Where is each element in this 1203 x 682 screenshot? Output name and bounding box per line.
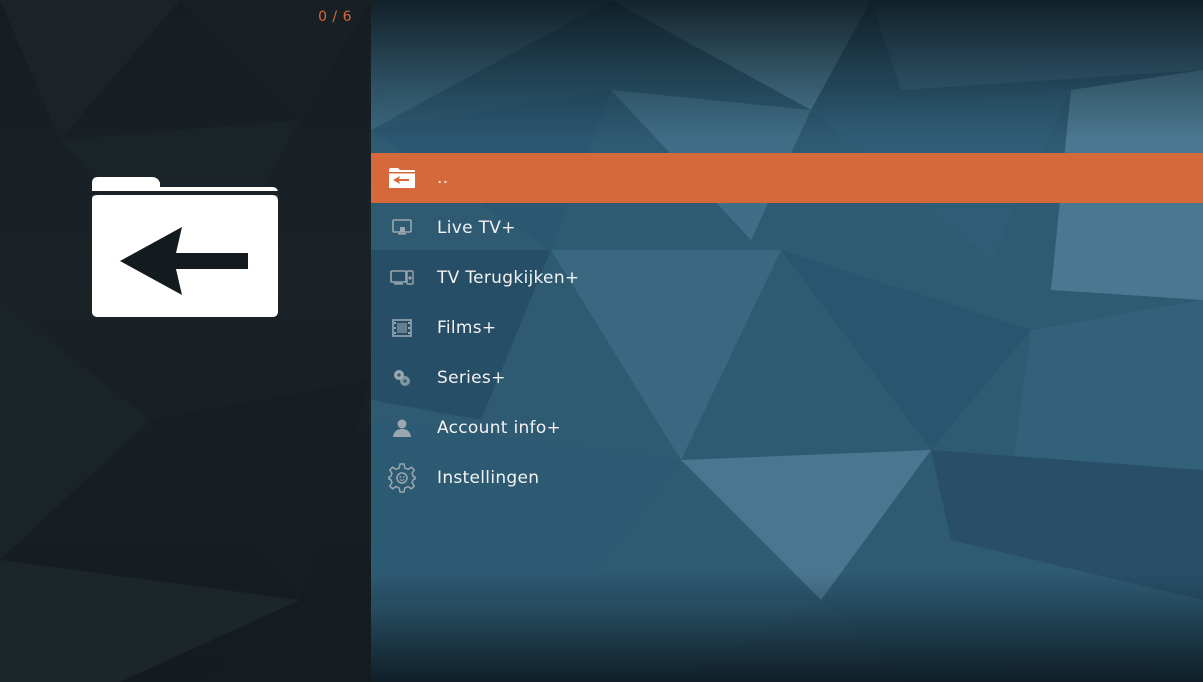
menu-item-label: Instellingen xyxy=(437,468,540,488)
background-polygons xyxy=(0,0,371,682)
menu-item-settings[interactable]: Instellingen xyxy=(371,453,1203,503)
menu-item-series[interactable]: Series+ xyxy=(371,353,1203,403)
menu-panel: .. Live TV+ TV Terugkijken+ Films+ Serie… xyxy=(371,0,1203,682)
menu-item-tv-replay[interactable]: TV Terugkijken+ xyxy=(371,253,1203,303)
menu-item-label: TV Terugkijken+ xyxy=(437,268,580,288)
menu-item-parent[interactable]: .. xyxy=(371,153,1203,203)
info-panel: 0 / 6 xyxy=(0,0,371,682)
film-icon xyxy=(387,313,417,343)
item-counter: 0 / 6 xyxy=(318,9,352,25)
tv-icon xyxy=(387,213,417,243)
menu-item-account-info[interactable]: Account info+ xyxy=(371,403,1203,453)
user-icon xyxy=(387,413,417,443)
menu-item-label: Films+ xyxy=(437,318,497,338)
kodi-addon-menu-screen: 0 / 6 .. Live TV+ TV Terugkijken+ Films+… xyxy=(0,0,1203,682)
main-menu: .. Live TV+ TV Terugkijken+ Films+ Serie… xyxy=(371,153,1203,503)
menu-item-films[interactable]: Films+ xyxy=(371,303,1203,353)
menu-item-label: Live TV+ xyxy=(437,218,516,238)
folder-back-icon xyxy=(387,163,417,193)
series-icon xyxy=(387,363,417,393)
gear-icon xyxy=(387,463,417,493)
tv-replay-icon xyxy=(387,263,417,293)
folder-back-icon xyxy=(90,175,280,320)
menu-item-label: Account info+ xyxy=(437,418,562,438)
bottom-shade xyxy=(371,572,1203,682)
menu-item-label: Series+ xyxy=(437,368,506,388)
menu-item-label: .. xyxy=(437,168,449,188)
menu-item-live-tv[interactable]: Live TV+ xyxy=(371,203,1203,253)
top-shade xyxy=(371,0,1203,140)
